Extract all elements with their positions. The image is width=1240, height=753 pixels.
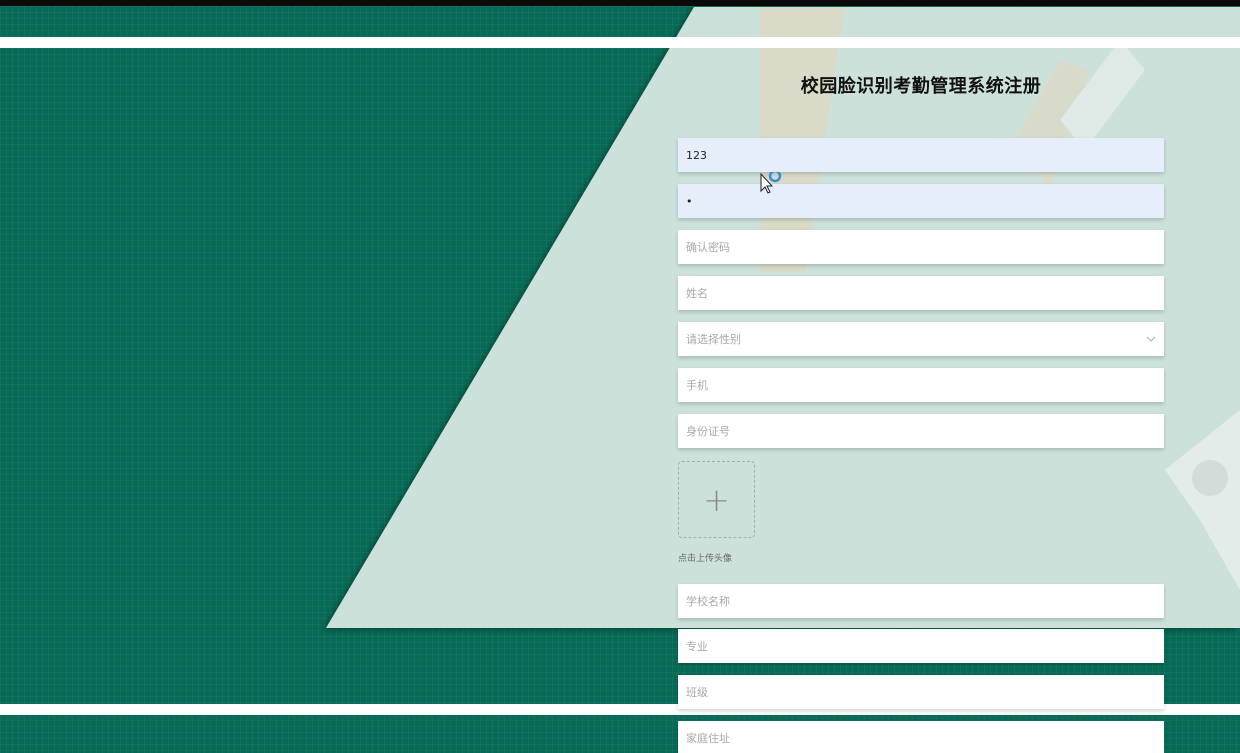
gender-select-placeholder: 请选择性别	[686, 333, 741, 346]
password-input[interactable]	[678, 184, 1164, 218]
class-input[interactable]	[678, 675, 1164, 709]
username-input[interactable]	[678, 138, 1164, 172]
gender-select[interactable]: 请选择性别	[678, 322, 1164, 356]
page-title: 校园脸识别考勤管理系统注册	[800, 76, 1042, 97]
confirm-password-input[interactable]	[678, 230, 1164, 264]
top-white-stripe	[0, 37, 1240, 48]
major-input[interactable]	[678, 629, 1164, 663]
avatar-upload-label: 点击上传头像	[678, 554, 733, 564]
avatar-upload-button[interactable]: +	[678, 461, 755, 538]
chevron-down-icon	[1146, 334, 1156, 345]
mouse-pointer-icon	[760, 169, 784, 196]
home-address-input[interactable]	[678, 721, 1164, 753]
plus-icon: +	[703, 480, 730, 519]
decorative-clip	[1165, 410, 1240, 590]
name-input[interactable]	[678, 276, 1164, 310]
panel-polygon	[326, 7, 1240, 628]
school-name-input[interactable]	[678, 584, 1164, 618]
id-card-input[interactable]	[678, 414, 1164, 448]
top-edge-strip	[0, 0, 1240, 6]
phone-input[interactable]	[678, 368, 1164, 402]
